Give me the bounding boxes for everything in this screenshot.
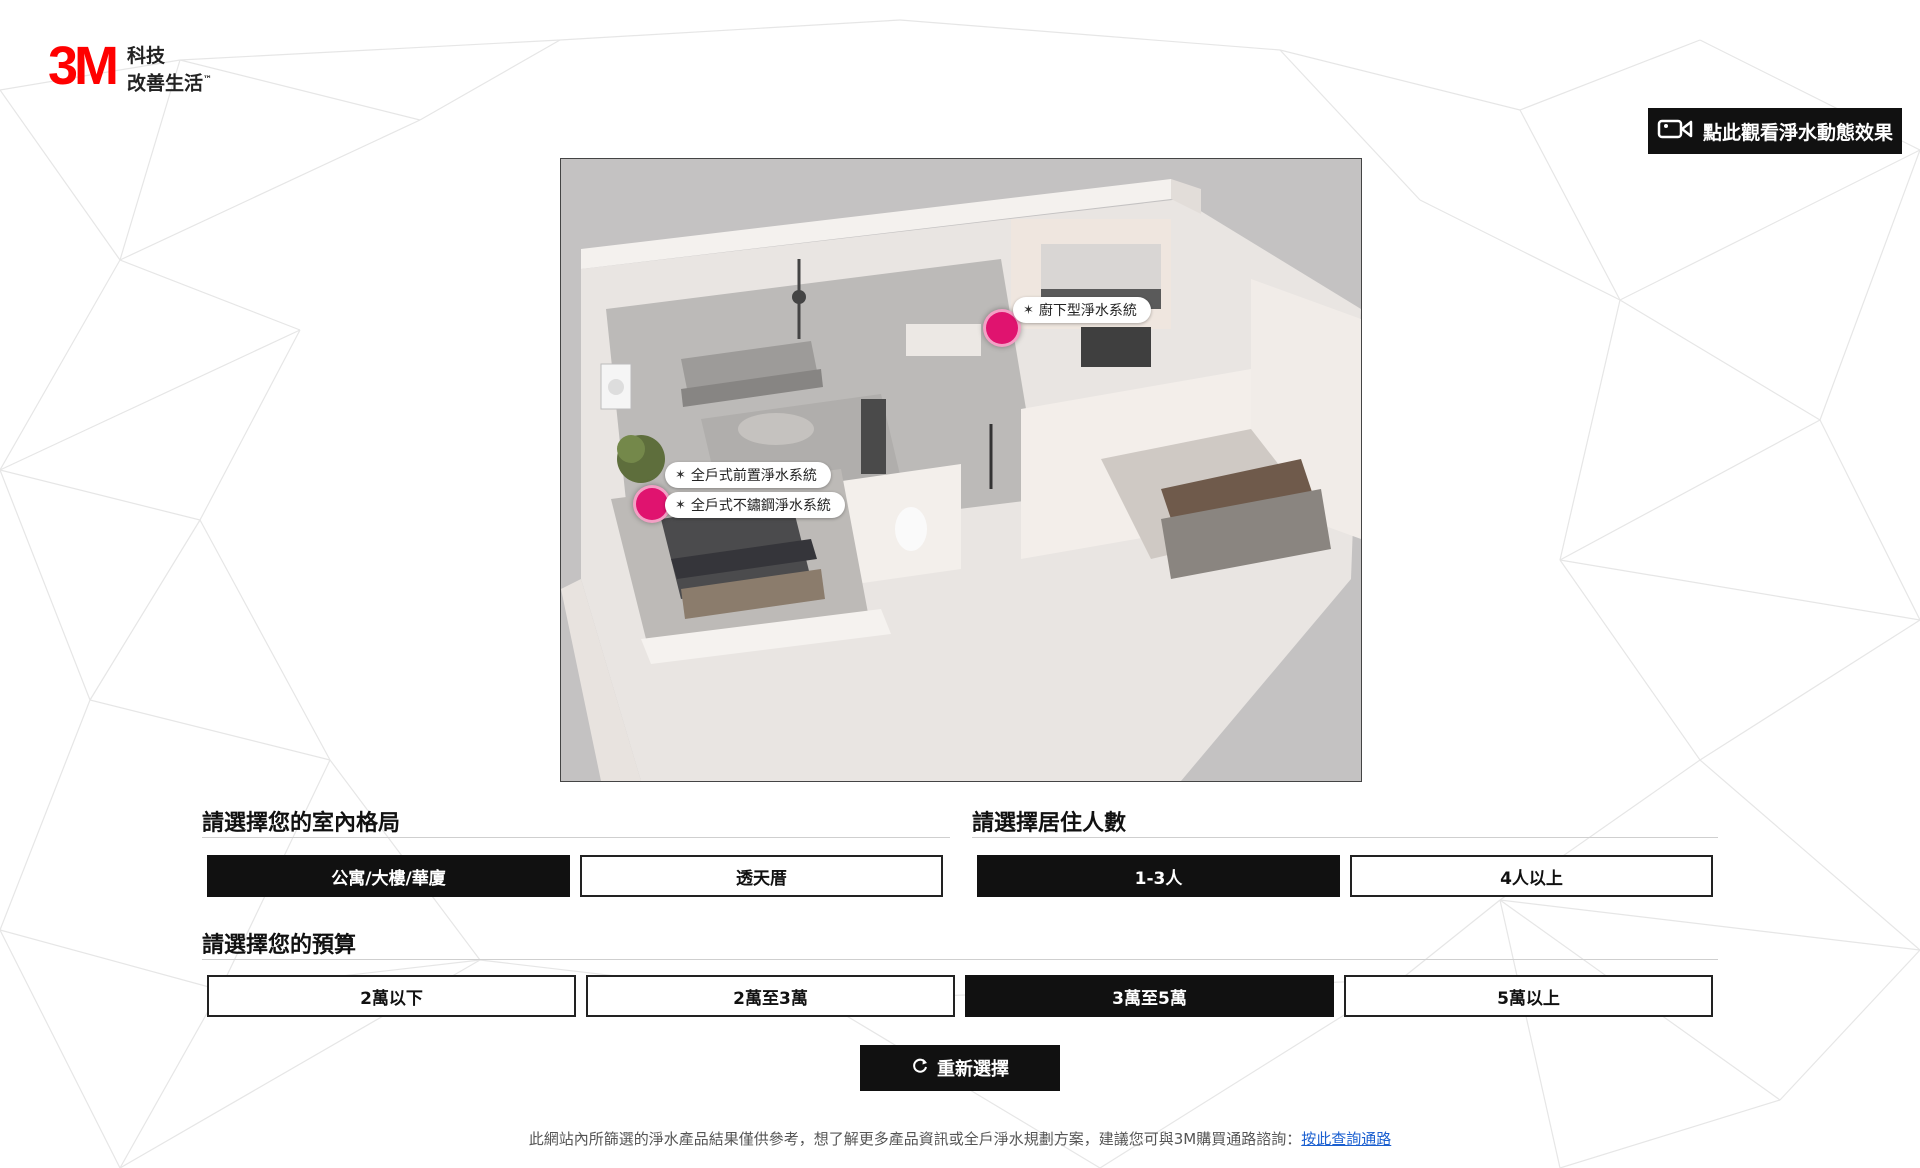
background-mesh-line — [119, 259, 301, 331]
background-mesh-line — [0, 329, 301, 471]
budget-option-over-5[interactable]: 5萬以上 — [1344, 975, 1713, 1017]
reset-label: 重新選擇 — [937, 1059, 1009, 1080]
sparkle-icon: ✶ — [1023, 302, 1034, 318]
footer-text: 此網站內所篩選的淨水產品結果僅供參考，想了解更多產品資訊或全戶淨水規劃方案，建議… — [528, 1130, 1302, 1148]
reset-button[interactable]: 重新選擇 — [860, 1045, 1060, 1091]
logo-tagline: 科技 改善生活™ — [127, 44, 212, 95]
background-mesh-line — [1399, 899, 1501, 981]
background-mesh-line — [1699, 619, 1920, 761]
tagline-line1: 科技 — [127, 45, 166, 67]
background-mesh-line — [1779, 949, 1920, 1101]
sparkle-icon: ✶ — [675, 497, 686, 513]
residents-option-4-plus[interactable]: 4人以上 — [1350, 855, 1713, 897]
budget-option-3-5[interactable]: 3萬至5萬 — [965, 975, 1334, 1017]
residents-option-1-3[interactable]: 1-3人 — [977, 855, 1340, 897]
background-mesh-line — [0, 469, 91, 701]
video-camera-icon — [1657, 118, 1693, 145]
layout-option-townhouse[interactable]: 透天厝 — [580, 855, 943, 897]
background-mesh-line — [1619, 149, 1920, 301]
prefilter-label: 全戶式前置淨水系統 — [690, 468, 817, 484]
layout-option-apartment[interactable]: 公寓/大樓/華廈 — [207, 855, 570, 897]
background-mesh-line — [1519, 39, 1701, 111]
budget-section-title: 請選擇您的預算 — [202, 933, 357, 958]
background-mesh-line — [119, 119, 421, 261]
background-mesh-line — [419, 39, 561, 121]
background-mesh-line — [89, 699, 331, 761]
background-mesh-line — [199, 519, 331, 761]
layout-section-title: 請選擇您的室內格局 — [202, 811, 401, 836]
floor-plan-scene: ✶ 廚下型淨水系統 ✶ 全戶式前置淨水系統 ✶ 全戶式不鏽鋼淨水系統 — [560, 158, 1362, 782]
budget-option-under-2[interactable]: 2萬以下 — [207, 975, 576, 1017]
tagline-line2: 改善生活 — [127, 72, 204, 95]
sparkle-icon: ✶ — [675, 467, 686, 483]
background-mesh-line — [1619, 299, 1821, 421]
background-mesh-line — [1819, 149, 1920, 421]
background-mesh-line — [1699, 759, 1920, 951]
refresh-icon — [911, 1057, 929, 1080]
background-mesh-line — [0, 259, 121, 471]
find-store-link[interactable]: 按此查詢通路 — [1301, 1130, 1391, 1148]
background-mesh-line — [1279, 49, 1521, 111]
background-mesh-line — [0, 929, 221, 991]
watch-video-button[interactable]: 點此觀看淨水動態效果 — [1648, 108, 1902, 154]
background-mesh-line — [1559, 559, 1701, 761]
background-mesh-line — [1819, 419, 1920, 621]
hotspot-label-stainless[interactable]: ✶ 全戶式不鏽鋼淨水系統 — [665, 492, 845, 518]
background-mesh-line — [1559, 299, 1621, 561]
background-mesh-line — [0, 89, 121, 261]
background-mesh-line — [1559, 559, 1920, 621]
watch-video-label: 點此觀看淨水動態效果 — [1702, 121, 1893, 144]
budget-divider — [202, 959, 1718, 960]
layout-divider — [202, 837, 950, 838]
background-mesh-line — [0, 469, 201, 521]
budget-option-2-3[interactable]: 2萬至3萬 — [586, 975, 955, 1017]
background-mesh-line — [899, 19, 1281, 51]
background-mesh-line — [1499, 899, 1920, 951]
logo-mark: 3M — [48, 36, 119, 96]
hotspot-label-under-sink[interactable]: ✶ 廚下型淨水系統 — [1013, 297, 1151, 323]
background-mesh-line — [1419, 199, 1621, 301]
background-mesh-line — [179, 39, 561, 61]
background-mesh-line — [179, 59, 421, 121]
background-mesh-line — [559, 19, 901, 41]
under-sink-label: 廚下型淨水系統 — [1038, 303, 1137, 319]
trademark-symbol: ™ — [203, 75, 213, 85]
footer-note: 此網站內所篩選的淨水產品結果僅供參考，想了解更多產品資訊或全戶淨水規劃方案，建議… — [0, 1128, 1920, 1149]
background-mesh-line — [1559, 419, 1821, 561]
residents-section-title: 請選擇居住人數 — [972, 811, 1127, 836]
stainless-label: 全戶式不鏽鋼淨水系統 — [690, 498, 831, 514]
residents-divider — [972, 837, 1718, 838]
brand-logo[interactable]: 3M 科技 改善生活™ — [48, 36, 212, 96]
background-mesh-line — [1519, 109, 1621, 301]
hotspot-label-prefilter[interactable]: ✶ 全戶式前置淨水系統 — [665, 462, 831, 488]
background-mesh-line — [199, 329, 301, 521]
background-mesh-line — [0, 699, 91, 931]
background-mesh-line — [89, 519, 201, 701]
